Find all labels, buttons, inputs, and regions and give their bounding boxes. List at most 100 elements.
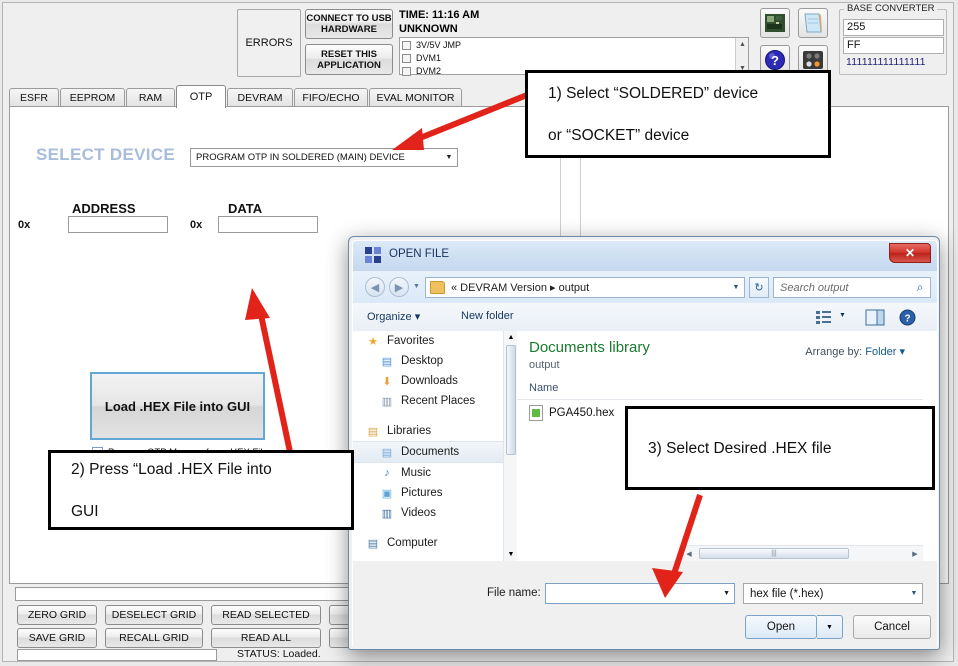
tab-ram[interactable]: RAM [126, 88, 175, 107]
data-hex-prefix: 0x [190, 219, 202, 231]
scroll-down-icon[interactable]: ▼ [504, 548, 518, 561]
nav-spacer [353, 411, 503, 421]
dvm-list-scrollbar[interactable]: ▲ ▼ [735, 38, 748, 74]
read-selected-button[interactable]: READ SELECTED [211, 605, 321, 625]
checkbox-icon[interactable] [402, 54, 411, 63]
library-subtitle: output [529, 359, 560, 371]
dvm-item-label: DVM1 [416, 53, 441, 63]
address-bar[interactable]: « DEVRAM Version ▸ output ▼ [425, 277, 745, 298]
nav-item-videos[interactable]: ▥ Videos [353, 503, 503, 523]
tab-otp[interactable]: OTP [176, 85, 226, 108]
dialog-title-bar[interactable]: OPEN FILE ✕ [353, 241, 937, 271]
chevron-down-icon[interactable]: ▼ [723, 590, 730, 597]
annotation-line-1: 3) Select Desired .HEX file [638, 438, 842, 459]
chevron-down-icon[interactable]: ▼ [906, 590, 922, 597]
recent-locations-icon[interactable]: ▼ [413, 283, 420, 290]
notebook-icon-button[interactable] [798, 8, 828, 38]
scroll-right-icon[interactable]: ▶ [908, 547, 922, 560]
select-device-value: PROGRAM OTP IN SOLDERED (MAIN) DEVICE [191, 152, 441, 163]
nav-spacer [353, 523, 503, 533]
annotation-callout-2: 2) Press “Load .HEX File intoGUI [48, 450, 354, 530]
list-item[interactable]: DVM1 [402, 52, 748, 64]
organize-menu[interactable]: Organize ▾ [367, 310, 420, 323]
tab-esfr[interactable]: ESFR [9, 88, 59, 107]
view-options-icon[interactable] [815, 309, 833, 325]
tab-fifo-echo[interactable]: FIFO/ECHO [294, 88, 368, 107]
navigation-pane-scrollbar[interactable]: ▲ ▼ [503, 331, 517, 561]
base-converter-binary-field[interactable]: 111111111111111 [843, 55, 944, 72]
address-input[interactable] [68, 216, 168, 233]
nav-item-recent-places[interactable]: ▥ Recent Places [353, 391, 503, 411]
scrollbar-thumb[interactable]: ||| [699, 548, 849, 559]
close-icon[interactable]: ✕ [889, 243, 931, 263]
dialog-title-text: OPEN FILE [389, 248, 449, 260]
annotation-callout-1: 1) Select “SOLDERED” deviceor “SOCKET” d… [525, 70, 831, 158]
connect-usb-hardware-button[interactable]: CONNECT TO USB HARDWARE [305, 9, 393, 39]
preview-pane-icon[interactable] [865, 309, 885, 326]
cancel-button[interactable]: Cancel [853, 615, 931, 639]
tab-eeprom[interactable]: EEPROM [60, 88, 125, 107]
nav-item-downloads[interactable]: ⬇ Downloads [353, 371, 503, 391]
nav-item-libraries[interactable]: ▤ Libraries [353, 421, 503, 441]
zero-grid-button[interactable]: ZERO GRID [17, 605, 97, 625]
nav-item-label: Pictures [401, 487, 443, 499]
new-folder-button[interactable]: New folder [461, 310, 514, 322]
search-input[interactable]: Search output ⌕ [773, 277, 931, 298]
errors-label: ERRORS [245, 37, 292, 49]
save-grid-button[interactable]: SAVE GRID [17, 628, 97, 648]
nav-item-computer[interactable]: ▤ Computer [353, 533, 503, 553]
arrange-by-control[interactable]: Arrange by: Folder ▾ [805, 345, 905, 358]
tab-eval-monitor[interactable]: EVAL MONITOR [369, 88, 462, 107]
nav-item-music[interactable]: ♪ Music [353, 463, 503, 483]
list-item[interactable]: PGA450.hex [529, 405, 614, 421]
base-converter-decimal-field[interactable]: 255 [843, 19, 944, 36]
scroll-up-icon[interactable]: ▲ [504, 331, 518, 344]
nav-item-label: Libraries [387, 425, 431, 437]
base-converter-hex-field[interactable]: FF [843, 37, 944, 54]
scrollbar-thumb[interactable] [506, 345, 516, 455]
forward-button[interactable]: ▶ [389, 277, 409, 297]
desktop-icon: ▤ [379, 354, 395, 368]
help-icon[interactable]: ? [899, 309, 916, 326]
chevron-down-icon[interactable]: ▼ [441, 154, 457, 161]
load-hex-file-button[interactable]: Load .HEX File into GUI [90, 372, 265, 440]
recall-grid-button[interactable]: RECALL GRID [105, 628, 203, 648]
scroll-up-icon[interactable]: ▲ [736, 38, 749, 50]
back-button[interactable]: ◀ [365, 277, 385, 297]
application-icon [365, 247, 381, 263]
chevron-down-icon[interactable]: ▼ [728, 284, 744, 291]
file-type-dropdown[interactable]: hex file (*.hex) ▼ [743, 583, 923, 604]
read-all-button[interactable]: READ ALL [211, 628, 321, 648]
search-icon: ⌕ [910, 280, 930, 295]
close-label: ✕ [905, 246, 915, 260]
address-column-header: ADDRESS [72, 201, 136, 216]
refresh-button[interactable]: ↻ [749, 277, 769, 298]
horizontal-scrollbar[interactable]: ◀ ||| ▶ [681, 545, 923, 561]
reset-application-button[interactable]: RESET THIS APPLICATION [305, 44, 393, 75]
nav-item-pictures[interactable]: ▣ Pictures [353, 483, 503, 503]
tab-devram[interactable]: DEVRAM [227, 88, 293, 107]
nav-item-documents[interactable]: ▤ Documents [353, 441, 503, 463]
chevron-down-icon[interactable]: ▼ [839, 312, 846, 319]
column-header-name: Name [529, 382, 558, 394]
board-icon-button[interactable] [760, 8, 790, 38]
nav-item-favorites[interactable]: ★ Favorites [353, 331, 503, 351]
connect-usb-label: CONNECT TO USB HARDWARE [306, 13, 392, 35]
arrange-by-value[interactable]: Folder ▾ [865, 346, 905, 358]
open-dropdown-button[interactable]: ▼ [817, 615, 843, 639]
libraries-icon: ▤ [365, 424, 381, 438]
dialog-navigation-bar: ◀ ▶ ▼ « DEVRAM Version ▸ output ▼ ↻ Sear… [353, 271, 937, 303]
deselect-grid-button[interactable]: DESELECT GRID [105, 605, 203, 625]
data-input[interactable] [218, 216, 318, 233]
file-name-input[interactable]: ▼ [545, 583, 735, 604]
checkbox-icon[interactable] [402, 41, 411, 50]
open-button[interactable]: Open [745, 615, 817, 639]
list-item[interactable]: 3V/5V JMP [402, 39, 748, 51]
checkbox-icon[interactable] [402, 67, 411, 76]
navigation-pane[interactable]: ★ Favorites ▤ Desktop ⬇ Downloads ▥ Rece… [353, 331, 503, 561]
scroll-left-icon[interactable]: ◀ [682, 547, 696, 560]
nav-item-desktop[interactable]: ▤ Desktop [353, 351, 503, 371]
dialog-command-bar: Organize ▾ New folder ▼ ? [353, 303, 937, 332]
open-button-label: Open [767, 621, 795, 633]
select-device-dropdown[interactable]: PROGRAM OTP IN SOLDERED (MAIN) DEVICE ▼ [190, 148, 458, 167]
